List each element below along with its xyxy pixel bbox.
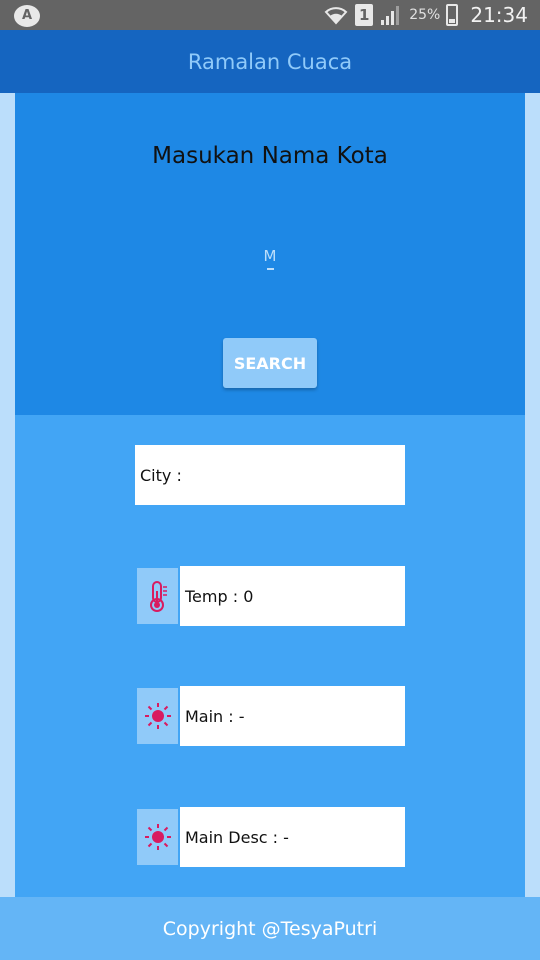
city-input[interactable]: M — [240, 241, 300, 281]
wifi-icon — [324, 7, 348, 25]
sim-icon: 1 — [355, 4, 374, 26]
result-panel: City : Temp : 0 Main: - Main Desc: - — [15, 415, 525, 897]
footer: Copyright @TesyaPutri — [0, 897, 540, 960]
sun-icon — [135, 807, 180, 867]
main-row: Main : - — [135, 686, 405, 746]
main-desc-row: Main Desc : - — [135, 807, 405, 867]
input-underline — [266, 268, 274, 270]
sun-icon — [135, 686, 180, 746]
city-label: City : — [140, 465, 182, 485]
clock: 21:34 — [470, 3, 528, 27]
battery-percent: 25% — [409, 7, 441, 23]
app-bar: Ramalan Cuaca — [0, 30, 540, 93]
signal-icon — [381, 6, 400, 25]
city-row: City : — [135, 445, 405, 505]
android-notification-icon: A — [14, 5, 40, 27]
app-title: Ramalan Cuaca — [187, 49, 353, 74]
status-bar: A 1 25% 21:34 — [0, 0, 540, 30]
city-input-value: M — [263, 247, 277, 265]
search-heading: Masukan Nama Kota — [152, 143, 388, 169]
copyright-text: Copyright @TesyaPutri — [162, 917, 378, 940]
main-desc-label: Main Desc : - — [185, 827, 289, 847]
main-label: Main : - — [185, 706, 245, 726]
temp-row: Temp : 0 — [135, 566, 405, 626]
temp-label: Temp : 0 — [185, 586, 254, 606]
thermometer-icon — [135, 566, 180, 626]
search-button[interactable]: SEARCH — [223, 338, 317, 388]
battery-icon — [446, 4, 459, 26]
search-panel: Masukan Nama Kota M SEARCH — [15, 93, 525, 415]
